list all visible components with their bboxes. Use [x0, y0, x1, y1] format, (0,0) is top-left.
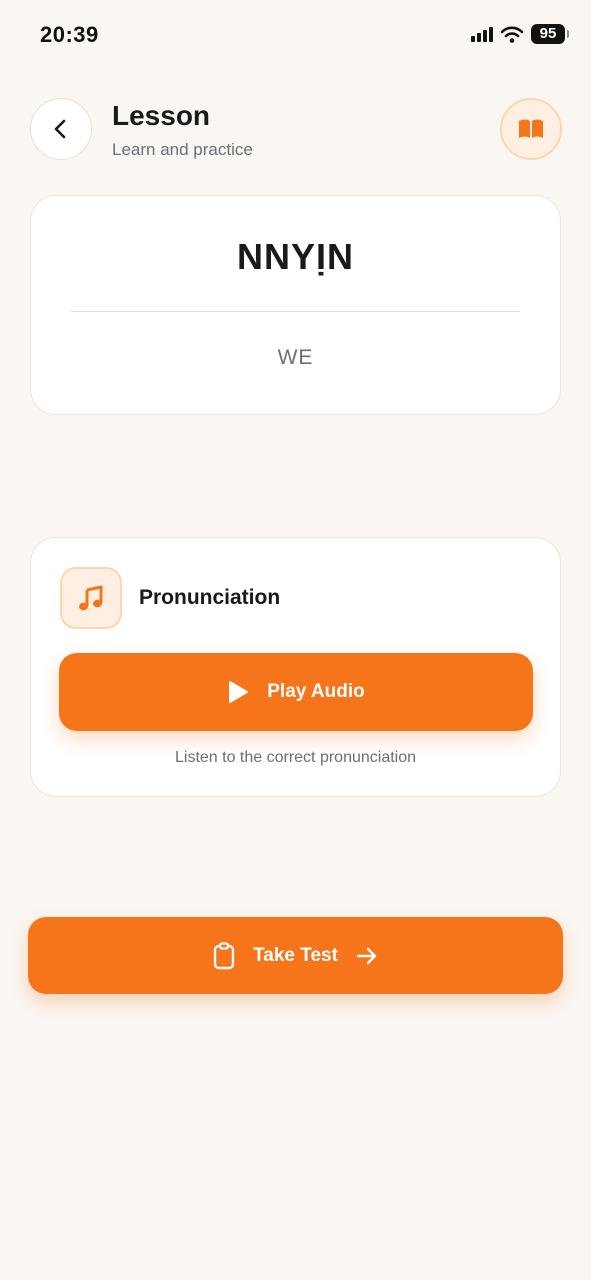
pronunciation-card: Pronunciation Play Audio Listen to the c…: [30, 537, 561, 797]
play-icon: [229, 681, 249, 703]
play-audio-button[interactable]: Play Audio: [59, 653, 533, 731]
chevron-left-icon: [54, 119, 66, 139]
music-note-icon-box: [60, 567, 122, 629]
page-title: Lesson: [112, 100, 211, 131]
pronunciation-hint: Listen to the correct pronunciation: [174, 749, 417, 766]
music-note-icon: [79, 585, 103, 611]
page-subtitle: Learn and practice: [112, 140, 253, 159]
take-test-button[interactable]: Take Test: [28, 917, 563, 994]
clipboard-icon: [213, 941, 235, 969]
word-text: NNYỊN: [236, 236, 354, 277]
play-audio-label: Play Audio: [267, 681, 365, 702]
lesson-screen: 20:39 95 Lesson Learn and practice NNYỊN…: [0, 0, 591, 1280]
battery-level: 95: [539, 25, 557, 42]
take-test-label: Take Test: [253, 944, 338, 966]
word-card: NNYỊN WE: [30, 195, 561, 415]
battery-icon: 95: [531, 24, 569, 44]
word-translation: WE: [277, 346, 314, 369]
book-open-icon: [519, 119, 543, 138]
lesson-book-button[interactable]: [500, 98, 562, 160]
signal-icon: [471, 26, 493, 42]
status-time: 20:39: [40, 22, 99, 47]
arrow-right-icon: [356, 947, 377, 964]
back-button[interactable]: [30, 98, 92, 160]
divider: [71, 311, 520, 312]
status-icons: 95: [471, 24, 569, 44]
pronunciation-label: Pronunciation: [139, 586, 281, 609]
wifi-icon: [501, 26, 523, 43]
